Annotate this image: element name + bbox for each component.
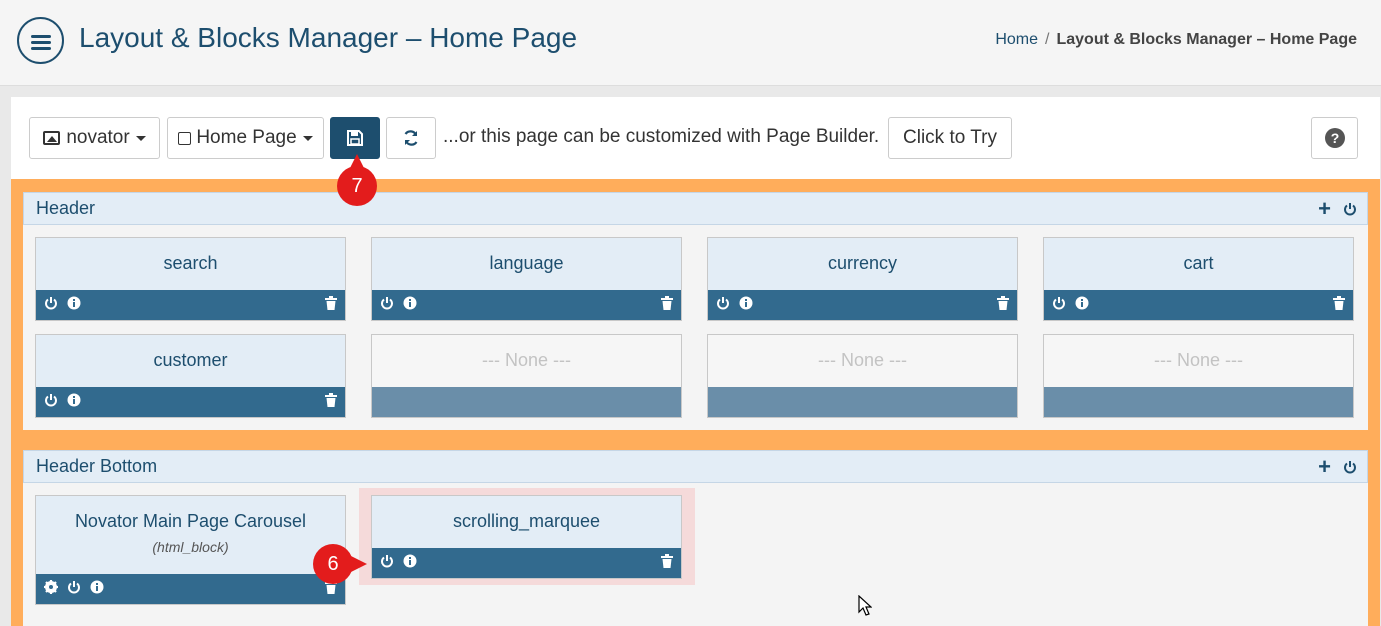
caret-down-icon <box>302 135 313 141</box>
block-actions <box>708 290 1017 320</box>
block-actions <box>1044 290 1353 320</box>
trash-icon[interactable] <box>325 393 337 407</box>
block-name: search <box>163 253 218 273</box>
click-to-try-button[interactable]: Click to Try <box>888 117 1012 159</box>
theme-label: novator <box>66 127 130 148</box>
block-actions <box>36 387 345 417</box>
block-actions <box>36 574 345 604</box>
block-name: --- None --- <box>818 350 907 370</box>
add-block-icon[interactable]: + <box>1318 198 1331 220</box>
save-button[interactable] <box>330 117 380 159</box>
info-icon[interactable] <box>67 296 81 310</box>
page-label: Home Page <box>196 127 297 148</box>
square-icon <box>178 131 192 145</box>
block-name: cart <box>1183 253 1214 273</box>
trash-icon[interactable] <box>325 296 337 310</box>
gear-icon[interactable] <box>44 580 58 594</box>
block-actions <box>1044 387 1353 417</box>
block-actions <box>36 290 345 320</box>
block-name: currency <box>827 253 898 273</box>
block-empty-slot[interactable]: --- None --- <box>1043 334 1354 418</box>
power-icon[interactable] <box>67 580 81 594</box>
section-title: Header Bottom <box>36 456 158 476</box>
info-icon[interactable] <box>403 554 417 568</box>
block-novator-carousel[interactable]: Novator Main Page Carousel (html_block) <box>35 495 346 605</box>
power-icon[interactable] <box>716 296 730 310</box>
page-dropdown[interactable]: Home Page <box>167 117 324 159</box>
trash-icon[interactable] <box>1333 296 1345 310</box>
layout-panel: novator Home Page ...or this page can be… <box>11 97 1380 626</box>
trash-icon[interactable] <box>661 554 673 568</box>
power-icon[interactable] <box>44 393 58 407</box>
step-marker-save: 7 <box>337 154 377 206</box>
trash-icon[interactable] <box>661 296 673 310</box>
block-currency[interactable]: currency <box>707 237 1018 321</box>
block-name: language <box>489 253 564 273</box>
power-icon[interactable] <box>1343 460 1357 474</box>
top-bar: Layout & Blocks Manager – Home Page Home… <box>0 0 1381 86</box>
section-header: Header + search language currency cart c… <box>23 192 1368 430</box>
refresh-button[interactable] <box>386 117 436 159</box>
block-cart[interactable]: cart <box>1043 237 1354 321</box>
block-type: (html_block) <box>152 539 229 555</box>
block-actions <box>372 290 681 320</box>
block-customer[interactable]: customer <box>35 334 346 418</box>
page-builder-text: ...or this page can be customized with P… <box>443 126 880 147</box>
step-marker-power: 6 <box>313 544 367 584</box>
section-header-title: Header Bottom + <box>23 450 1368 483</box>
page-title: Layout & Blocks Manager – Home Page <box>79 22 578 53</box>
power-icon[interactable] <box>1052 296 1066 310</box>
section-header-title: Header + <box>23 192 1368 225</box>
info-icon[interactable] <box>90 580 104 594</box>
trash-icon[interactable] <box>997 296 1009 310</box>
refresh-icon <box>404 130 418 146</box>
question-icon: ? <box>1324 128 1345 148</box>
breadcrumb-home[interactable]: Home <box>995 31 1038 48</box>
theme-dropdown[interactable]: novator <box>29 117 160 159</box>
layout-area: Header + search language currency cart c… <box>11 179 1380 626</box>
block-actions <box>372 387 681 417</box>
block-actions <box>708 387 1017 417</box>
block-name: scrolling_marquee <box>452 511 601 531</box>
mouse-cursor-icon <box>858 595 872 616</box>
caret-down-icon <box>135 135 146 141</box>
info-icon[interactable] <box>403 296 417 310</box>
help-button[interactable]: ? <box>1311 117 1358 159</box>
menu-icon[interactable] <box>17 17 64 64</box>
breadcrumb-current: Layout & Blocks Manager – Home Page <box>1056 31 1357 48</box>
section-title: Header <box>36 198 96 218</box>
block-search[interactable]: search <box>35 237 346 321</box>
section-header-bottom: Header Bottom + Novator Main Page Carous… <box>23 450 1368 626</box>
save-icon <box>347 130 363 146</box>
block-scrolling-marquee[interactable]: scrolling_marquee <box>371 495 682 579</box>
power-icon[interactable] <box>44 296 58 310</box>
block-empty-slot[interactable]: --- None --- <box>707 334 1018 418</box>
picture-icon <box>43 131 61 145</box>
power-icon[interactable] <box>380 296 394 310</box>
breadcrumb: Home / Layout & Blocks Manager – Home Page <box>995 31 1357 49</box>
power-icon[interactable] <box>380 554 394 568</box>
block-name: --- None --- <box>482 350 571 370</box>
block-name: Novator Main Page Carousel <box>74 511 307 531</box>
info-icon[interactable] <box>1075 296 1089 310</box>
add-block-icon[interactable]: + <box>1318 456 1331 478</box>
power-icon[interactable] <box>1343 202 1357 216</box>
block-language[interactable]: language <box>371 237 682 321</box>
block-empty-slot[interactable]: --- None --- <box>371 334 682 418</box>
block-actions <box>372 548 681 578</box>
block-name: customer <box>153 350 228 370</box>
svg-text:?: ? <box>1330 130 1339 146</box>
info-icon[interactable] <box>67 393 81 407</box>
info-icon[interactable] <box>739 296 753 310</box>
breadcrumb-separator: / <box>1045 31 1050 48</box>
block-name: --- None --- <box>1154 350 1243 370</box>
